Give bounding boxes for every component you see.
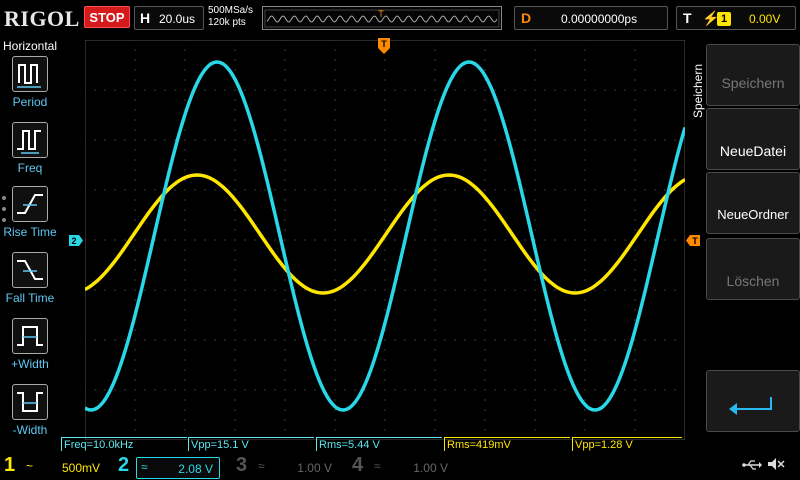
svg-text:T: T (381, 39, 387, 49)
measure-negative-width[interactable]: -Width (0, 384, 60, 446)
freq-label: Freq (17, 161, 43, 175)
ch1-scale: 500mV (61, 461, 100, 475)
period-icon (12, 56, 48, 92)
memory-map-waveform-icon: T (264, 9, 500, 28)
measure-positive-width[interactable]: +Width (0, 318, 60, 380)
negative-width-label: -Width (12, 423, 48, 437)
speaker-muted-icon[interactable] (766, 456, 786, 477)
enter-return-icon (729, 397, 772, 415)
brand-logo: RIGOL (4, 6, 80, 31)
negative-width-icon (12, 384, 48, 420)
measurement-3: Rms=419mV (444, 437, 570, 451)
trigger-source-badge: 1 (717, 12, 731, 26)
measurement-1: Vpp=15.1 V (188, 437, 314, 451)
memory-depth: 120k pts (208, 17, 246, 28)
neue-datei-button[interactable]: NeueDatei (706, 108, 800, 170)
svg-text:2: 2 (71, 236, 76, 246)
fall-time-label: Fall Time (5, 291, 55, 305)
loeschen-button[interactable]: Löschen (706, 238, 800, 300)
rise-time-icon (12, 186, 48, 222)
acquisition-info: 500MSa/s 120k pts (208, 5, 253, 29)
memory-map-trigger-marker: T (378, 9, 384, 19)
delay-label: D (521, 10, 532, 26)
freq-icon (12, 122, 48, 158)
enter-button[interactable] (706, 370, 800, 432)
trigger-label: T (683, 10, 692, 26)
horizontal-timebase-box[interactable]: H 20.0us (134, 6, 204, 30)
sample-rate: 500MSa/s (208, 5, 254, 16)
ch3-indicator[interactable]: 3 ≈ 1.00 V (236, 454, 348, 480)
measurement-0: Freq=10.0kHz (61, 437, 187, 451)
trigger-level: 0.00V (749, 12, 781, 26)
ch2-offset-marker[interactable]: 2 (69, 233, 83, 246)
timebase-value: 20.0us (159, 12, 196, 26)
ch2-indicator[interactable]: 2 ≈ 2.08 V (118, 454, 230, 480)
ch2-scale: 2.08 V (178, 462, 213, 476)
ch1-indicator[interactable]: 1 ~ 500mV (4, 454, 116, 480)
neue-ordner-button[interactable]: NeueOrdner (706, 172, 800, 234)
measurement-4: Vpp=1.28 V (572, 437, 682, 451)
measure-fall-time[interactable]: Fall Time (0, 252, 60, 314)
ch4-indicator[interactable]: 4 ≈ 1.00 V (352, 454, 464, 480)
right-menu-title: Speichern (691, 63, 705, 119)
horizontal-measure-menu: Horizontal Period Freq Rise Time Fall Ti… (0, 36, 60, 452)
usb-icon (742, 458, 762, 477)
measure-freq[interactable]: Freq (0, 122, 60, 184)
measure-period[interactable]: Period (0, 56, 60, 118)
positive-width-label: +Width (11, 357, 49, 371)
save-menu: Speichern Speichern NeueDatei NeueOrdner… (686, 38, 800, 438)
trigger-position-marker[interactable]: T (378, 38, 390, 54)
horizontal-label: H (140, 10, 151, 26)
rise-time-label: Rise Time (3, 225, 57, 239)
measurement-2: Rms=5.44 V (316, 437, 442, 451)
period-label: Period (12, 95, 48, 109)
ch4-scale: 1.00 V (413, 461, 448, 475)
trigger-box[interactable]: T ⚡ 1 0.00V (676, 6, 796, 30)
measure-rise-time[interactable]: Rise Time (0, 186, 60, 248)
fall-time-icon (12, 252, 48, 288)
memory-map: T (262, 6, 502, 30)
top-status-bar: RIGOL STOP H 20.0us 500MSa/s 120k pts T … (0, 0, 800, 36)
delay-value: 0.00000000ps (561, 12, 638, 26)
run-stop-status[interactable]: STOP (84, 6, 130, 28)
delay-box[interactable]: D 0.00000000ps (514, 6, 668, 30)
positive-width-icon (12, 318, 48, 354)
left-menu-title: Horizontal (3, 39, 58, 53)
channel-bar: 1 ~ 500mV 2 ≈ 2.08 V 3 ≈ 1.00 V 4 ≈ 1.00… (0, 452, 800, 480)
speichern-button[interactable]: Speichern (706, 44, 800, 106)
waveform-display[interactable] (85, 40, 685, 440)
ch3-scale: 1.00 V (297, 461, 332, 475)
